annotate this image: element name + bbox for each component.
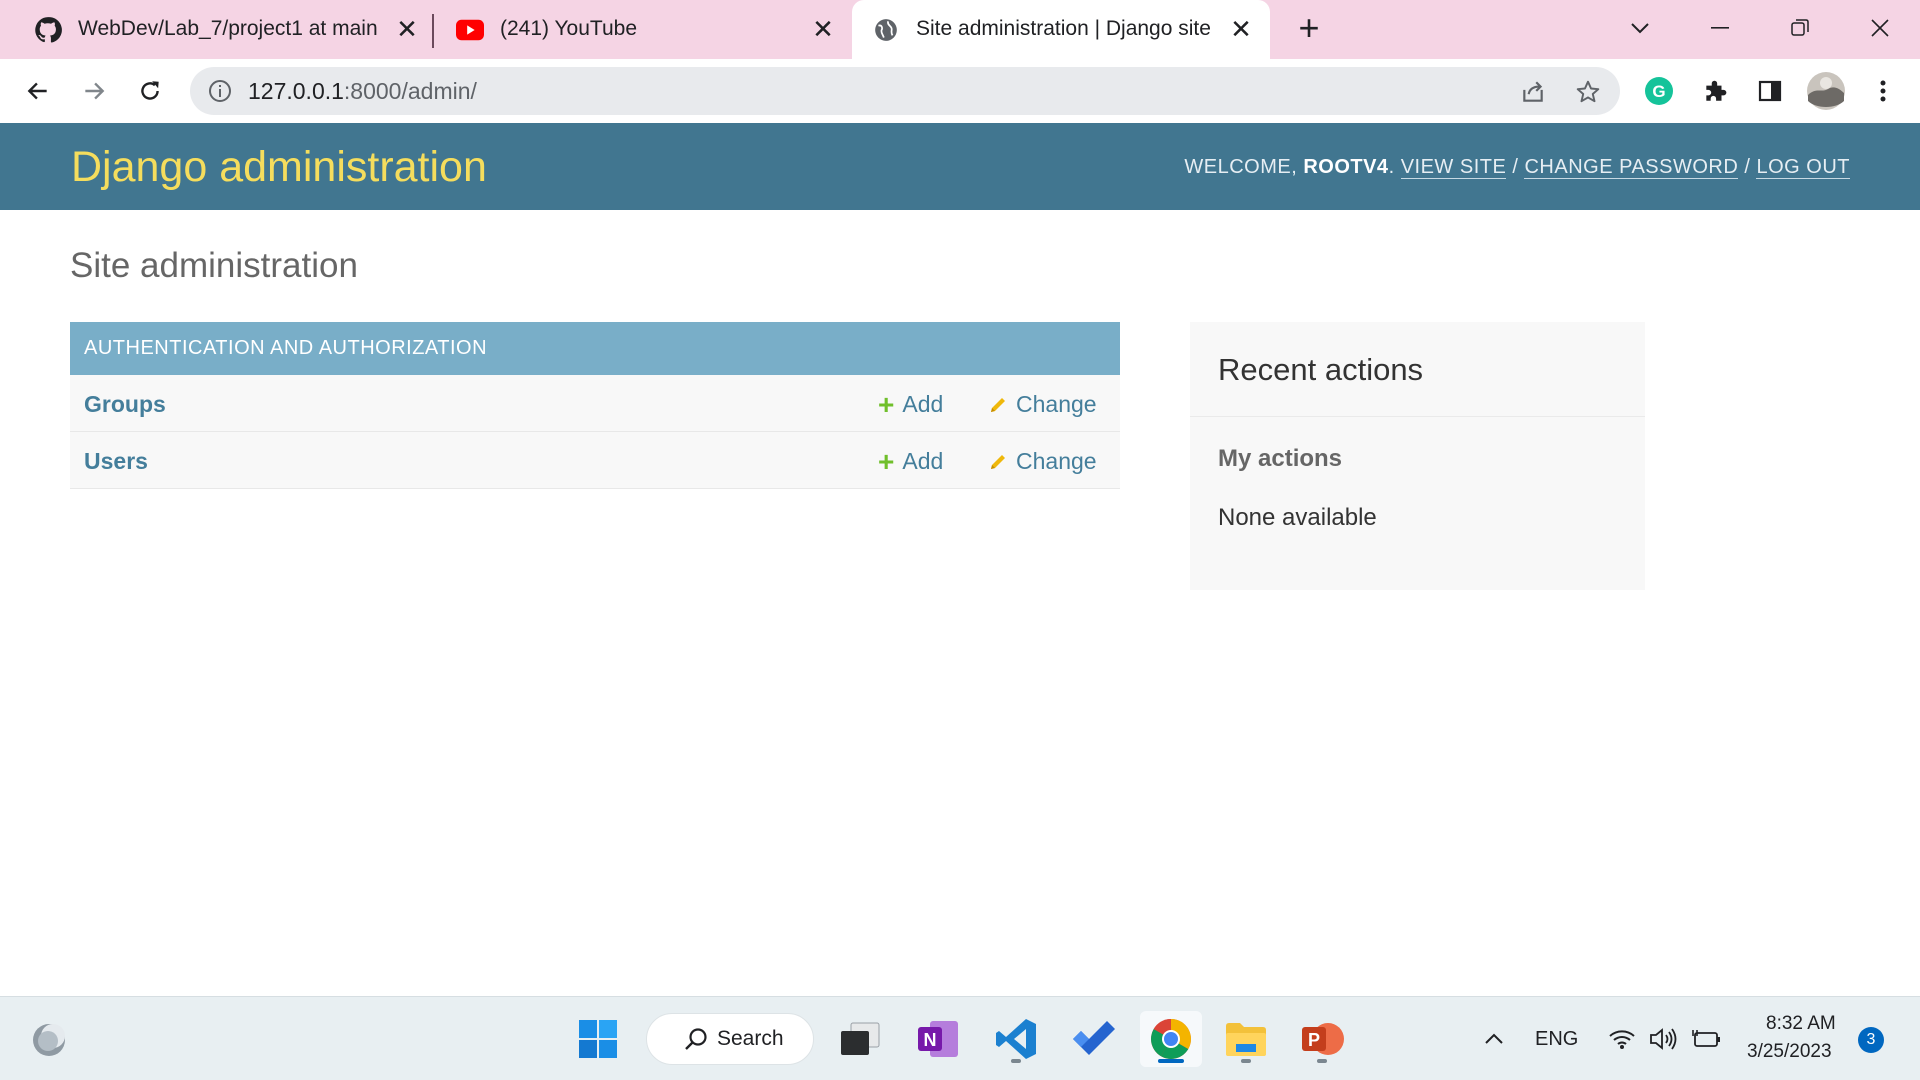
module-caption[interactable]: AUTHENTICATION AND AUTHORIZATION <box>70 322 1120 375</box>
change-label: Change <box>1016 448 1097 474</box>
weather-widget-icon[interactable] <box>22 1011 78 1067</box>
globe-icon <box>872 17 900 43</box>
start-windows-icon[interactable] <box>570 1011 626 1067</box>
notification-badge[interactable]: 3 <box>1858 1027 1884 1053</box>
user-tools-separator: / <box>1738 156 1757 178</box>
admin-header: Django administration WELCOME, ROOTV4. V… <box>0 123 1920 210</box>
tab-close-icon[interactable]: ✕ <box>1226 14 1256 44</box>
restore-icon[interactable] <box>1780 10 1820 46</box>
tab-close-icon[interactable]: ✕ <box>392 14 422 44</box>
back-arrow-icon[interactable] <box>20 73 56 109</box>
file-explorer-icon[interactable] <box>1218 1011 1274 1067</box>
forward-arrow-icon[interactable] <box>76 73 112 109</box>
panel-divider <box>1190 416 1645 417</box>
url-text: 127.0.0.1:8000/admin/ <box>248 78 477 105</box>
change-users-link[interactable]: Change <box>988 448 1097 475</box>
app-module-auth: AUTHENTICATION AND AUTHORIZATION Groups … <box>70 322 1120 489</box>
language-indicator[interactable]: ENG <box>1535 1028 1578 1051</box>
onenote-icon[interactable]: N <box>910 1011 966 1067</box>
chrome-taskbar-icon[interactable] <box>1140 1011 1202 1067</box>
tab-youtube[interactable]: (241) YouTube ✕ <box>436 0 850 59</box>
taskbar: Search N P ENG 8:32 AM 3/25/2023 <box>0 996 1920 1080</box>
grammarly-icon[interactable]: G <box>1642 74 1676 108</box>
change-groups-link[interactable]: Change <box>988 391 1097 418</box>
chrome-menu-icon[interactable] <box>1866 74 1900 108</box>
active-indicator <box>1158 1059 1184 1063</box>
model-row-users: Users + Add Change <box>70 432 1120 489</box>
tab-search-icon[interactable] <box>1620 10 1660 46</box>
clock-date[interactable]: 3/25/2023 <box>1747 1041 1832 1063</box>
add-plus-icon: + <box>878 446 895 477</box>
add-groups-link[interactable]: + Add <box>878 389 944 420</box>
search-icon <box>683 1027 709 1058</box>
tab-strip: WebDev/Lab_7/project1 at main ✕ (241) Yo… <box>0 0 1920 59</box>
chevron-up-icon[interactable] <box>1476 1011 1512 1067</box>
wifi-icon[interactable] <box>1604 1011 1640 1067</box>
model-row-groups: Groups + Add Change <box>70 375 1120 432</box>
vscode-icon[interactable] <box>988 1011 1044 1067</box>
clock-time[interactable]: 8:32 AM <box>1766 1013 1836 1035</box>
running-indicator <box>1011 1059 1021 1063</box>
username: ROOTV4 <box>1303 156 1389 178</box>
battery-charging-icon[interactable] <box>1688 1011 1724 1067</box>
svg-text:G: G <box>1652 82 1665 101</box>
tab-close-icon[interactable]: ✕ <box>808 14 838 44</box>
add-plus-icon: + <box>878 389 895 420</box>
page-title: Site administration <box>70 246 358 285</box>
tab-title: WebDev/Lab_7/project1 at main <box>78 17 378 40</box>
tab-title: (241) YouTube <box>500 17 638 40</box>
address-bar[interactable]: 127.0.0.1:8000/admin/ <box>190 67 1620 115</box>
add-label: Add <box>902 391 944 417</box>
new-tab-button[interactable]: + <box>1292 10 1326 46</box>
user-tools-separator: / <box>1506 156 1525 178</box>
side-panel-icon[interactable] <box>1753 74 1787 108</box>
browser-toolbar: 127.0.0.1:8000/admin/ G <box>0 59 1920 123</box>
extensions-puzzle-icon[interactable] <box>1698 74 1732 108</box>
site-info-icon[interactable] <box>208 79 232 103</box>
reload-icon[interactable] <box>132 73 168 109</box>
model-link-users[interactable]: Users <box>84 448 148 475</box>
github-icon <box>34 17 62 43</box>
add-users-link[interactable]: + Add <box>878 446 944 477</box>
no-actions-text: None available <box>1218 504 1377 531</box>
powerpoint-icon[interactable]: P <box>1294 1011 1350 1067</box>
view-site-link[interactable]: VIEW SITE <box>1400 156 1507 179</box>
tab-separator <box>432 14 434 48</box>
url-host: 127.0.0.1 <box>248 78 344 104</box>
svg-text:N: N <box>924 1030 937 1050</box>
user-tools-period: . <box>1388 156 1401 178</box>
volume-icon[interactable] <box>1646 1011 1682 1067</box>
welcome-text: WELCOME, <box>1184 156 1304 178</box>
add-label: Add <box>902 448 944 474</box>
model-link-groups[interactable]: Groups <box>84 391 166 418</box>
change-label: Change <box>1016 391 1097 417</box>
todo-icon[interactable] <box>1066 1011 1122 1067</box>
search-label: Search <box>717 1027 784 1050</box>
youtube-icon <box>456 17 484 43</box>
tab-django-admin[interactable]: Site administration | Django site admin … <box>852 0 1270 59</box>
recent-actions-title: Recent actions <box>1218 352 1424 387</box>
url-path: :8000/admin/ <box>343 78 477 104</box>
change-password-link[interactable]: CHANGE PASSWORD <box>1524 156 1739 179</box>
taskbar-search[interactable]: Search <box>646 1013 814 1065</box>
bookmark-star-icon[interactable] <box>1573 77 1603 107</box>
running-indicator <box>1317 1059 1327 1063</box>
pencil-icon <box>988 395 1008 415</box>
my-actions-heading: My actions <box>1218 445 1343 472</box>
recent-actions-panel: Recent actions My actions None available <box>1190 322 1645 590</box>
profile-avatar[interactable] <box>1806 71 1846 111</box>
minimize-icon[interactable] <box>1700 10 1740 46</box>
tab-github[interactable]: WebDev/Lab_7/project1 at main ✕ <box>14 0 428 59</box>
site-branding[interactable]: Django administration <box>71 143 487 192</box>
user-tools: WELCOME, ROOTV4. VIEW SITE / CHANGE PASS… <box>1184 156 1850 179</box>
pencil-icon <box>988 452 1008 472</box>
running-indicator <box>1241 1059 1251 1063</box>
log-out-link[interactable]: LOG OUT <box>1756 156 1850 179</box>
share-icon[interactable] <box>1518 77 1548 107</box>
svg-text:P: P <box>1308 1030 1320 1050</box>
tab-title: Site administration | Django site admin <box>916 17 1216 40</box>
task-view-icon[interactable] <box>832 1011 888 1067</box>
close-window-icon[interactable] <box>1860 10 1900 46</box>
